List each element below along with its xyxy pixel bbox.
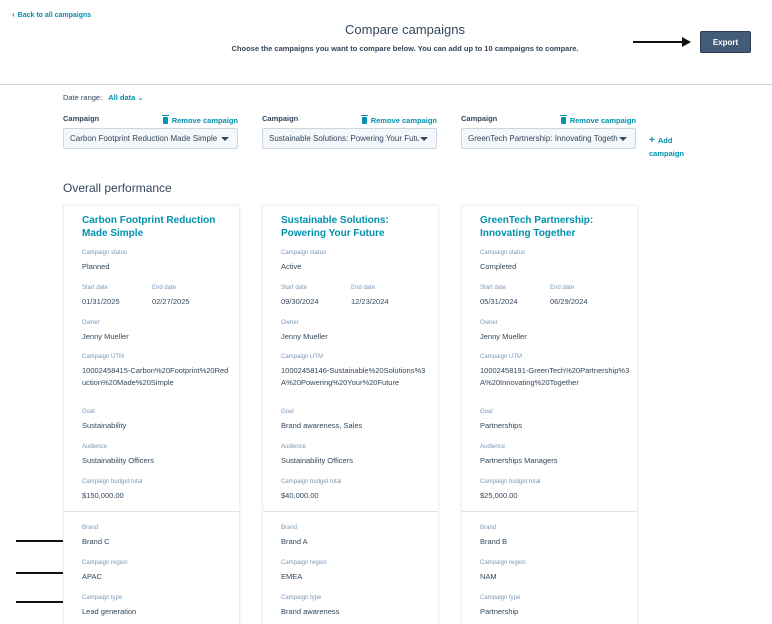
type-field: Campaign type Lead generation: [82, 595, 137, 616]
card-divider: [462, 511, 637, 512]
card-divider: [64, 511, 239, 512]
utm-field: Campaign UTM 10002458191-GreenTech%20Part…: [480, 354, 630, 387]
campaign-name-link[interactable]: Sustainable Solutions: Powering Your Fut…: [281, 214, 431, 240]
campaign-card: GreenTech Partnership: Innovating Togeth…: [461, 205, 638, 624]
date-range-filter: Date range: All data ⌄: [63, 93, 144, 102]
plus-icon: +: [649, 135, 655, 146]
goal-field: Goal Sustainability: [82, 409, 127, 430]
annotation-arrow-type: [16, 597, 72, 607]
back-to-campaigns-link[interactable]: ‹ Back to all campaigns: [12, 11, 91, 19]
campaign-card: Carbon Footprint Reduction Made Simple C…: [63, 205, 240, 624]
audience-field: Audience Sustainability Officers: [281, 444, 353, 465]
caret-down-icon: [619, 137, 627, 141]
goal-field: Goal Brand awareness, Sales: [281, 409, 363, 430]
card-divider: [263, 511, 438, 512]
brand-field: Brand Brand A: [281, 525, 308, 546]
status-field: Campaign status Completed: [480, 250, 526, 271]
date-range-label: Date range:: [63, 93, 103, 102]
owner-field: Owner Jenny Mueller: [480, 320, 527, 341]
type-field: Campaign type Brand awareness: [281, 595, 340, 616]
utm-field: Campaign UTM 10002458146-Sustainable%20So…: [281, 354, 426, 387]
budget-field: Campaign budget total $40,000.00: [281, 479, 342, 500]
campaign-selector-3: Campaign Remove campaign GreenTech Partn…: [461, 114, 636, 149]
region-field: Campaign region APAC: [82, 560, 128, 581]
trash-icon: [161, 114, 169, 124]
back-link-label: Back to all campaigns: [17, 11, 92, 19]
brand-field: Brand Brand B: [480, 525, 508, 546]
region-field: Campaign region EMEA: [281, 560, 327, 581]
trash-icon: [559, 114, 567, 124]
start-date-field: Start date 05/31/2024: [480, 285, 518, 306]
end-date-field: End date 06/29/2024: [550, 285, 588, 306]
caret-down-icon: [221, 137, 229, 141]
audience-field: Audience Partnerships Managers: [480, 444, 558, 465]
remove-campaign-button[interactable]: Remove campaign: [559, 114, 636, 126]
annotation-arrow-region: [16, 568, 72, 578]
annotation-arrow-export: [633, 37, 691, 47]
campaign-selector-label: Campaign: [262, 114, 299, 123]
status-field: Campaign status Planned: [82, 250, 128, 271]
brand-field: Brand Brand C: [82, 525, 110, 546]
caret-down-icon: ⌄: [137, 93, 144, 102]
section-title: Overall performance: [63, 181, 172, 195]
audience-field: Audience Sustainability Officers: [82, 444, 154, 465]
owner-field: Owner Jenny Mueller: [281, 320, 328, 341]
campaign-dropdown[interactable]: GreenTech Partnership: Innovating Togeth…: [461, 128, 636, 149]
start-date-field: Start date 01/31/2025: [82, 285, 120, 306]
page-subtitle: Choose the campaigns you want to compare…: [231, 44, 579, 53]
budget-field: Campaign budget total $150,000.00: [82, 479, 143, 500]
start-date-field: Start date 09/30/2024: [281, 285, 319, 306]
utm-field: Campaign UTM 10002458415-Carbon%20Footpri…: [82, 354, 229, 387]
trash-icon: [360, 114, 368, 124]
page-title: Compare campaigns: [345, 22, 465, 37]
region-field: Campaign region NAM: [480, 560, 526, 581]
export-button[interactable]: Export: [700, 31, 751, 53]
budget-field: Campaign budget total $25,000.00: [480, 479, 541, 500]
end-date-field: End date 12/23/2024: [351, 285, 389, 306]
campaign-name-link[interactable]: GreenTech Partnership: Innovating Togeth…: [480, 214, 630, 240]
date-range-dropdown[interactable]: All data ⌄: [108, 93, 143, 102]
goal-field: Goal Partnerships: [480, 409, 523, 430]
remove-campaign-button[interactable]: Remove campaign: [360, 114, 437, 126]
campaign-card: Sustainable Solutions: Powering Your Fut…: [262, 205, 439, 624]
campaign-dropdown[interactable]: Sustainable Solutions: Powering Your Fut…: [262, 128, 437, 149]
end-date-field: End date 02/27/2025: [152, 285, 190, 306]
campaign-selector-label: Campaign: [461, 114, 498, 123]
annotation-arrow-brand: [16, 536, 72, 546]
caret-down-icon: [420, 137, 428, 141]
campaign-selector-2: Campaign Remove campaign Sustainable Sol…: [262, 114, 437, 149]
add-campaign-button[interactable]: + Add campaign: [649, 134, 684, 160]
status-field: Campaign status Active: [281, 250, 327, 271]
owner-field: Owner Jenny Mueller: [82, 320, 129, 341]
campaign-selector-1: Campaign Remove campaign Carbon Footprin…: [63, 114, 238, 149]
type-field: Campaign type Partnership: [480, 595, 521, 616]
chevron-left-icon: ‹: [12, 10, 15, 19]
campaign-name-link[interactable]: Carbon Footprint Reduction Made Simple: [82, 214, 232, 240]
campaign-selector-label: Campaign: [63, 114, 100, 123]
campaign-dropdown[interactable]: Carbon Footprint Reduction Made Simple: [63, 128, 238, 149]
remove-campaign-button[interactable]: Remove campaign: [161, 114, 238, 126]
